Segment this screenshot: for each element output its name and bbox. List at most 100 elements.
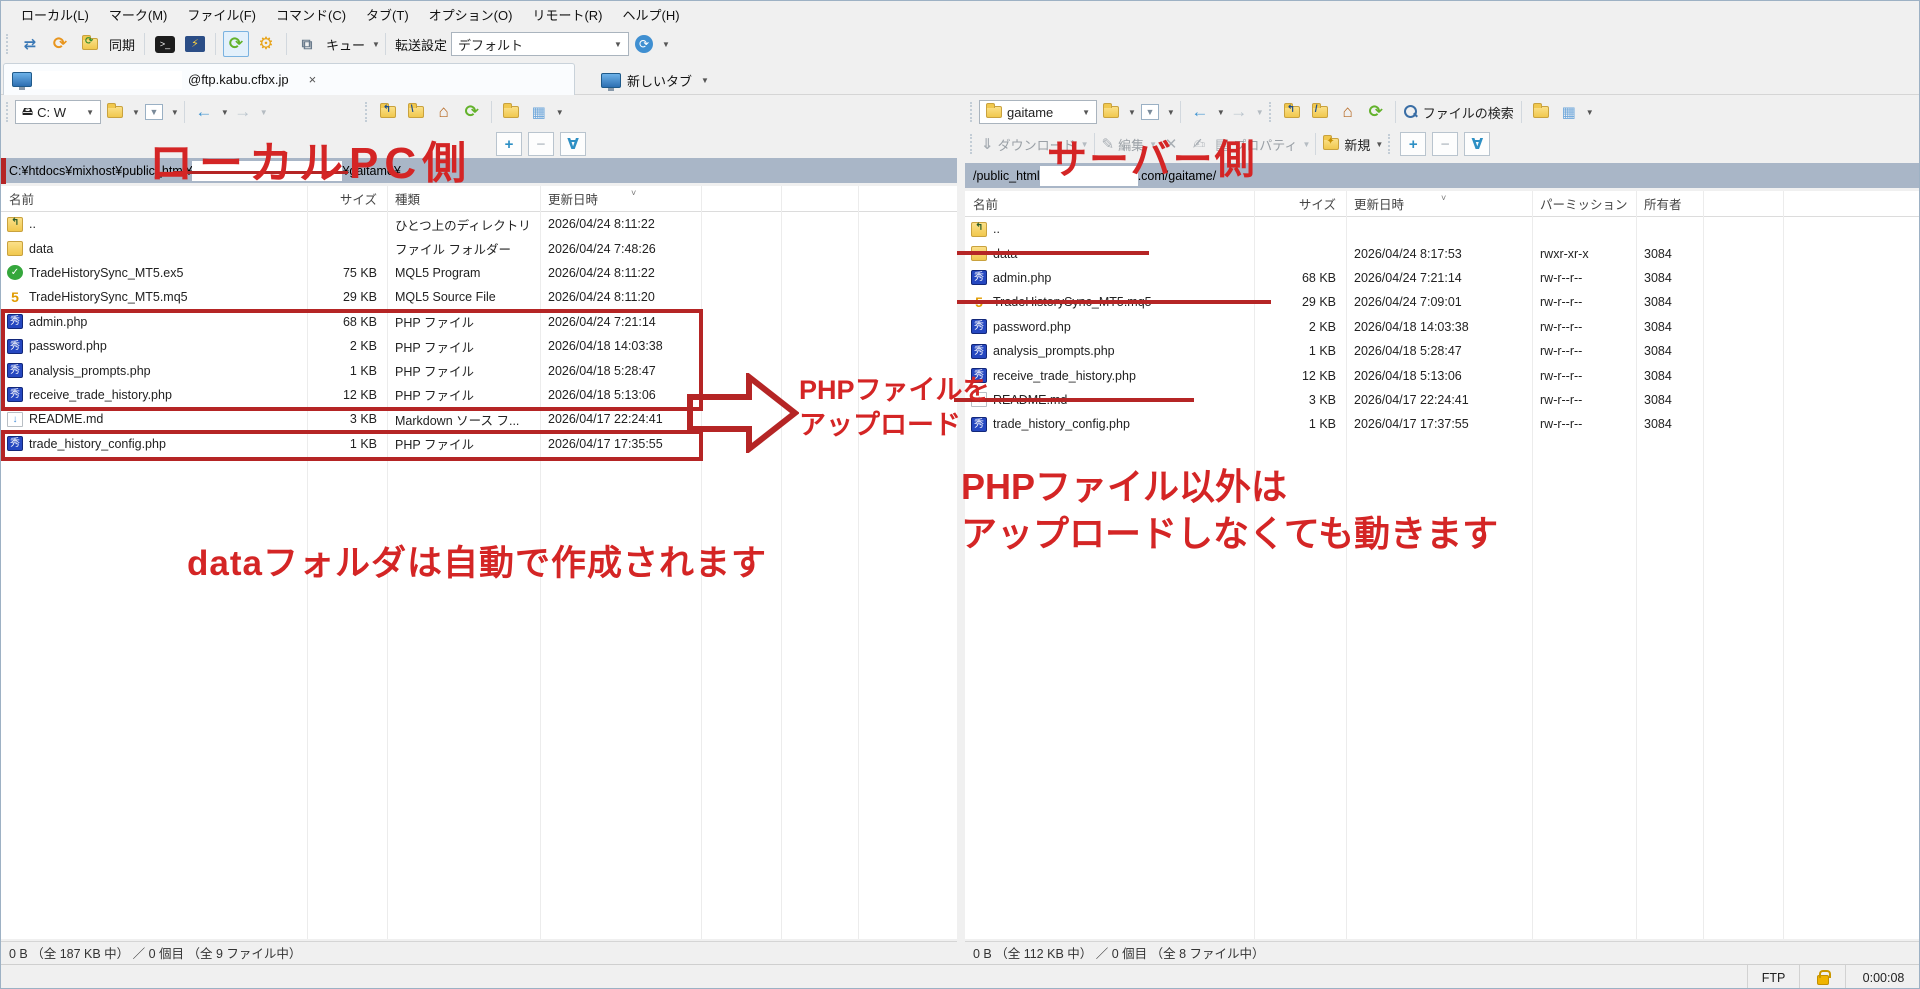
chevron-down-icon[interactable]: ▼ (1167, 108, 1175, 117)
separator (491, 101, 492, 123)
sync-browsing-button[interactable]: ⟳ (77, 31, 103, 57)
menu-item[interactable]: ヘルプ(H) (612, 1, 689, 28)
refresh-button[interactable]: ⟳ (460, 100, 484, 124)
file-row[interactable]: 5TradeHistorySync_MT5.mq529 KBMQL5 Sourc… (1, 285, 957, 309)
file-row[interactable]: 秀trade_history_config.php1 KB2026/04/17 … (965, 412, 1920, 436)
synchronize-button[interactable]: ⟳ (47, 31, 73, 57)
local-session-buttons: + − ∀ (1, 129, 957, 159)
add-button[interactable]: + (496, 132, 522, 156)
chevron-down-icon[interactable]: ▼ (1586, 108, 1594, 117)
filter-all-button[interactable]: ∀ (1464, 132, 1490, 156)
new-button[interactable]: ✦ 新規 (1323, 132, 1370, 156)
folder-root-icon: / (1312, 106, 1328, 118)
red-tick-annotation (1, 158, 6, 184)
details-view-button[interactable]: ▦ (527, 100, 551, 124)
parent-directory-button[interactable]: ↰ (1280, 100, 1304, 124)
filter-button[interactable]: ▼ (142, 100, 166, 124)
refresh-button[interactable]: ⟳ (1364, 100, 1388, 124)
file-row[interactable]: 秀analysis_prompts.php1 KB2026/04/18 5:28… (965, 339, 1920, 363)
filter-all-button[interactable]: ∀ (560, 132, 586, 156)
file-row[interactable]: 秀admin.php68 KB2026/04/24 7:21:14rw-r--r… (965, 266, 1920, 290)
menu-item[interactable]: リモート(R) (522, 1, 612, 28)
column-header-type[interactable]: 種類 (387, 189, 540, 208)
root-directory-button[interactable]: / (1308, 100, 1332, 124)
back-button[interactable]: ← (1188, 100, 1212, 124)
chevron-down-icon[interactable]: ▼ (701, 76, 709, 85)
chevron-down-icon[interactable]: ▼ (662, 40, 670, 49)
column-header-date[interactable]: 更新日時 (540, 189, 701, 208)
file-row[interactable]: dataファイル フォルダー2026/04/24 7:48:26 (1, 236, 957, 260)
preferences-button[interactable]: ⚙ (253, 31, 279, 57)
file-row[interactable]: 秀password.php2 KB2026/04/18 14:03:38rw-r… (965, 315, 1920, 339)
file-owner-cell: 3084 (1636, 271, 1703, 285)
column-header-size[interactable]: サイズ (1254, 194, 1346, 213)
menu-item[interactable]: ファイル(F) (177, 1, 266, 28)
open-directory-button[interactable] (103, 100, 127, 124)
menu-item[interactable]: オプション(O) (419, 1, 523, 28)
column-header-size[interactable]: サイズ (307, 189, 387, 208)
drive-select[interactable]: 🖴 C: W ▼ (15, 100, 101, 124)
refresh-toggle-button[interactable]: ⟳ (223, 31, 249, 57)
chevron-down-icon[interactable]: ▼ (171, 108, 179, 117)
remote-directory-select[interactable]: gaitame ▼ (979, 100, 1097, 124)
annotation-server-side: サーバー側 (1047, 127, 1257, 185)
remove-button[interactable]: − (1432, 132, 1458, 156)
file-owner-cell: 3084 (1636, 369, 1703, 383)
column-header-owner[interactable]: 所有者 (1636, 194, 1703, 213)
swap-panels-button[interactable]: ⇄ (17, 31, 43, 57)
file-row[interactable]: ..ひとつ上のディレクトリ2026/04/24 8:11:22 (1, 212, 957, 236)
encryption-cell[interactable] (1799, 965, 1845, 989)
tree-view-button[interactable] (499, 100, 523, 124)
back-button[interactable]: ← (192, 100, 216, 124)
tab-session[interactable]: @ftp.kabu.cfbx.jp × (3, 63, 575, 95)
home-directory-button[interactable]: ⌂ (432, 100, 456, 124)
add-button[interactable]: + (1400, 132, 1426, 156)
forward-button[interactable]: → (231, 100, 255, 124)
tree-view-button[interactable] (1529, 100, 1553, 124)
home-directory-button[interactable]: ⌂ (1336, 100, 1360, 124)
parent-directory-button[interactable]: ↰ (376, 100, 400, 124)
menu-item[interactable]: ローカル(L) (11, 1, 99, 28)
local-path-bar[interactable]: C:¥htdocs¥mixhost¥public_html¥ ¥gaitame¥ (1, 158, 957, 183)
file-row[interactable]: 秀receive_trade_history.php12 KB2026/04/1… (965, 363, 1920, 387)
file-size-cell: 3 KB (307, 412, 387, 426)
menu-item[interactable]: マーク(M) (99, 1, 178, 28)
menu-item[interactable]: タブ(T) (356, 1, 419, 28)
open-directory-button[interactable] (1099, 100, 1123, 124)
chevron-down-icon[interactable]: ▼ (1375, 140, 1383, 149)
close-icon[interactable]: × (309, 72, 317, 87)
file-name-cell: .. (1, 217, 307, 232)
refresh-icon: ⟳ (465, 102, 479, 122)
root-directory-button[interactable]: \ (404, 100, 428, 124)
column-header-name[interactable]: 名前 (1, 189, 307, 208)
chevron-down-icon[interactable]: ▼ (1217, 108, 1225, 117)
column-header-name[interactable]: 名前 (965, 194, 1254, 213)
find-files-button[interactable]: ファイルの検索 (1403, 100, 1514, 124)
column-header-date[interactable]: 更新日時 (1346, 194, 1532, 213)
console-button[interactable]: ⚡ (182, 31, 208, 57)
column-divider (1636, 191, 1637, 939)
menu-bar: ローカル(L)マーク(M)ファイル(F)コマンド(C)タブ(T)オプション(O)… (1, 1, 1920, 27)
terminal-button[interactable]: >_ (152, 31, 178, 57)
file-row[interactable]: .. (965, 217, 1920, 241)
transfer-preset-select[interactable]: デフォルト ▼ (451, 32, 629, 56)
menu-item[interactable]: コマンド(C) (266, 1, 356, 28)
forward-button[interactable]: → (1227, 100, 1251, 124)
tab-new-session[interactable]: 新しいタブ ▼ (591, 65, 881, 95)
remove-button[interactable]: − (528, 132, 554, 156)
chevron-down-icon[interactable]: ▼ (556, 108, 564, 117)
column-header-permissions[interactable]: パーミッション (1532, 194, 1636, 213)
file-row[interactable]: ✓TradeHistorySync_MT5.ex575 KBMQL5 Progr… (1, 261, 957, 285)
home-icon: ⌂ (439, 102, 449, 122)
queue-button[interactable]: ⧉ (294, 31, 320, 57)
folder-icon (7, 241, 23, 256)
filter-button[interactable]: ▼ (1138, 100, 1162, 124)
chevron-down-icon[interactable]: ▼ (372, 40, 380, 49)
php-file-icon: 秀 (971, 270, 987, 285)
chevron-down-icon[interactable]: ▼ (1128, 108, 1136, 117)
chevron-down-icon[interactable]: ▼ (221, 108, 229, 117)
file-permissions-cell: rw-r--r-- (1532, 344, 1636, 358)
transfer-options-button[interactable]: ⟳ (631, 31, 657, 57)
chevron-down-icon[interactable]: ▼ (132, 108, 140, 117)
details-view-button[interactable]: ▦ (1557, 100, 1581, 124)
